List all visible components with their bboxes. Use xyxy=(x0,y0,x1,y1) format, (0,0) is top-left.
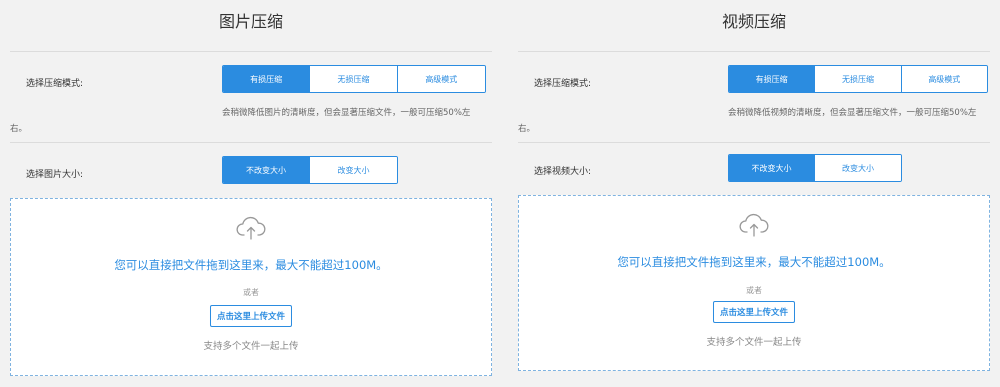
file-dropzone[interactable]: 您可以直接把文件拖到这里来，最大不能超过100M。 或者 点击这里上传文件 支持… xyxy=(10,198,492,376)
or-text: 或者 xyxy=(746,286,762,295)
panel-title: 视频压缩 xyxy=(721,12,786,31)
file-dropzone[interactable]: 您可以直接把文件拖到这里来，最大不能超过100M。 或者 点击这里上传文件 支持… xyxy=(518,195,990,371)
or-text: 或者 xyxy=(243,288,259,297)
size-label: 选择图片大小: xyxy=(26,170,84,180)
upload-file-button[interactable]: 点击这里上传文件 xyxy=(712,301,796,323)
compress-mode-label: 选择压缩模式: xyxy=(534,79,592,89)
mode-lossy-button[interactable]: 有损压缩 xyxy=(223,66,311,92)
upload-file-button[interactable]: 点击这里上传文件 xyxy=(209,305,293,327)
drop-instruction: 您可以直接把文件拖到这里来，最大不能超过100M。 xyxy=(617,255,891,269)
compress-mode-selector: 有损压缩 无损压缩 高级模式 xyxy=(728,65,988,93)
size-selector: 不改变大小 改变大小 xyxy=(728,154,902,182)
multi-upload-hint: 支持多个文件一起上传 xyxy=(706,337,802,348)
description-line-2: 右。 xyxy=(518,124,536,134)
mode-description: 会稍微降低视频的清晰度，但会显著压缩文件，一般可压缩50%左 右。 xyxy=(518,104,990,140)
image-compress-panel: 图片压缩 选择压缩模式: 有损压缩 无损压缩 高级模式 会稍微降低图片的清晰度，… xyxy=(10,0,492,387)
description-line-1: 会稍微降低图片的清晰度，但会显著压缩文件，一般可压缩50%左 xyxy=(222,108,471,118)
mode-advanced-button[interactable]: 高级模式 xyxy=(397,66,485,92)
panel-title: 图片压缩 xyxy=(218,12,283,31)
size-selector: 不改变大小 改变大小 xyxy=(222,156,398,184)
description-line-2: 右。 xyxy=(10,124,28,134)
mode-advanced-button[interactable]: 高级模式 xyxy=(901,66,987,92)
compress-mode-label: 选择压缩模式: xyxy=(26,79,84,89)
mode-lossy-button[interactable]: 有损压缩 xyxy=(729,66,816,92)
size-keep-button[interactable]: 不改变大小 xyxy=(729,155,815,181)
mode-description: 会稍微降低图片的清晰度，但会显著压缩文件，一般可压缩50%左 右。 xyxy=(10,104,492,140)
video-compress-panel: 视频压缩 选择压缩模式: 有损压缩 无损压缩 高级模式 会稍微降低视频的清晰度，… xyxy=(518,0,990,387)
cloud-upload-icon xyxy=(236,216,266,240)
size-change-button[interactable]: 改变大小 xyxy=(310,157,397,183)
mode-lossless-button[interactable]: 无损压缩 xyxy=(310,66,398,92)
size-label: 选择视频大小: xyxy=(534,167,592,177)
mode-lossless-button[interactable]: 无损压缩 xyxy=(815,66,902,92)
cloud-upload-icon xyxy=(739,213,769,237)
compress-mode-selector: 有损压缩 无损压缩 高级模式 xyxy=(222,65,486,93)
divider xyxy=(518,51,990,52)
divider xyxy=(10,142,492,143)
divider xyxy=(518,142,990,143)
size-change-button[interactable]: 改变大小 xyxy=(815,155,901,181)
drop-instruction: 您可以直接把文件拖到这里来，最大不能超过100M。 xyxy=(114,258,388,272)
description-line-1: 会稍微降低视频的清晰度，但会显著压缩文件，一般可压缩50%左 xyxy=(728,108,977,118)
multi-upload-hint: 支持多个文件一起上传 xyxy=(203,341,299,352)
divider xyxy=(10,51,492,52)
size-keep-button[interactable]: 不改变大小 xyxy=(223,157,310,183)
